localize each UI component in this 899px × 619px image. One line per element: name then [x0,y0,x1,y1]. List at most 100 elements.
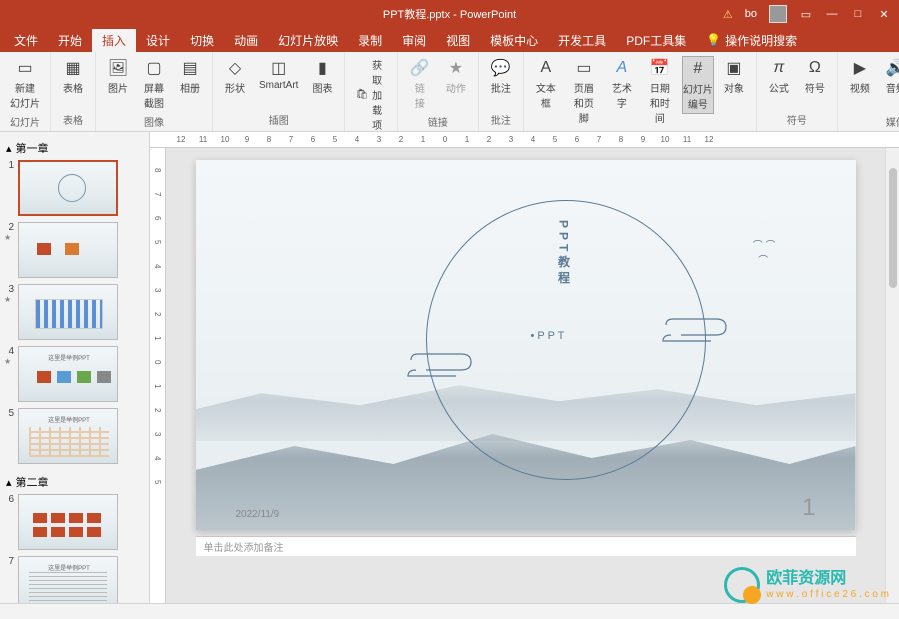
thumb-num-7: 7 [4,556,14,567]
object-button[interactable]: ▣对象 [718,56,750,97]
store-icon: 🛍 [355,89,368,100]
tab-record[interactable]: 录制 [348,29,392,52]
picture-button[interactable]: 🖼图片 [102,56,134,97]
datetime-button[interactable]: 📅日期和时间 [642,56,678,127]
new-slide-icon: ▭ [15,58,35,78]
minimize-icon[interactable]: — [825,7,839,21]
animation-icon: ★ [4,357,14,366]
cloud-shape-2 [406,350,476,380]
ribbon: ▭ 新建 幻灯片 幻灯片 ▦ 表格 表格 🖼图片 ▢屏幕截图 ▤相册 图像 ◇形… [0,52,899,132]
ruler-vertical[interactable]: 87654321012345 [150,148,166,603]
thumb-num-2: 2 [4,222,14,233]
action-button[interactable]: ★动作 [440,56,472,97]
datetime-icon: 📅 [650,58,670,78]
screenshot-icon: ▢ [144,58,164,78]
tab-pdftools[interactable]: PDF工具集 [616,29,696,52]
tab-templates[interactable]: 模板中心 [480,29,548,52]
tab-file[interactable]: 文件 [4,29,48,52]
equation-button[interactable]: π公式 [763,56,795,97]
get-addins-button[interactable]: 🛍获取加载项 [351,56,390,133]
comment-button[interactable]: 💬批注 [485,56,517,97]
thumb-slide-4[interactable]: 这里是举例PPT [18,346,118,402]
link-button[interactable]: 🔗链 接 [404,56,436,112]
notes-placeholder: 单击此处添加备注 [204,543,284,554]
table-icon: ▦ [63,58,83,78]
window-title: PPT教程.pptx - PowerPoint [383,6,516,22]
vertical-scrollbar[interactable] [885,148,899,603]
album-button[interactable]: ▤相册 [174,56,206,97]
tab-design[interactable]: 设计 [136,29,180,52]
section-1-header[interactable]: ▴ 第一章 [4,136,145,160]
watermark: 欧菲资源网 w w w . o f f i c e 2 6 . c o m [724,567,889,603]
header-footer-button[interactable]: ▭页眉和页脚 [566,56,602,127]
notes-pane[interactable]: 单击此处添加备注 [196,536,856,556]
thumb-slide-6[interactable] [18,494,118,550]
group-symbols-label: 符号 [787,112,807,127]
group-table-label: 表格 [63,112,83,127]
animation-icon: ★ [4,295,14,304]
tab-insert[interactable]: 插入 [92,29,136,52]
tab-view[interactable]: 视图 [436,29,480,52]
collapse-icon: ▴ [6,476,12,489]
thumb-num-6: 6 [4,494,14,505]
audio-button[interactable]: 🔊音频 [880,56,899,97]
symbol-icon: Ω [805,58,825,78]
tab-slideshow[interactable]: 幻灯片放映 [268,29,348,52]
link-icon: 🔗 [410,58,430,78]
album-icon: ▤ [180,58,200,78]
smartart-button[interactable]: ◫SmartArt [255,56,302,93]
group-comments-label: 批注 [491,112,511,127]
editor-area: 1211109876543210123456789101112 87654321… [150,132,899,603]
audio-icon: 🔊 [886,58,899,78]
new-slide-button[interactable]: ▭ 新建 幻灯片 [6,56,44,112]
thumb-slide-3[interactable] [18,284,118,340]
menubar: 文件 开始 插入 设计 切换 动画 幻灯片放映 录制 审阅 视图 模板中心 开发… [0,28,899,52]
avatar[interactable] [769,5,787,23]
watermark-logo-icon [724,567,760,603]
section-2-header[interactable]: ▴ 第二章 [4,470,145,494]
birds-decoration: ︵ ︵ ︵ [753,230,776,260]
ruler-horizontal[interactable]: 1211109876543210123456789101112 [150,132,899,148]
maximize-icon[interactable]: □ [851,7,865,21]
screenshot-button[interactable]: ▢屏幕截图 [138,56,170,112]
titlebar: PPT教程.pptx - PowerPoint ⚠ bo ▭ — □ ✕ [0,0,899,28]
thumb-slide-7[interactable]: 这里是举例PPT [18,556,118,603]
thumb-num-4: 4 [4,346,14,357]
header-footer-icon: ▭ [574,58,594,78]
shapes-button[interactable]: ◇形状 [219,56,251,97]
thumb-num-5: 5 [4,408,14,419]
textbox-button[interactable]: A文本框 [530,56,562,112]
tab-developer[interactable]: 开发工具 [548,29,616,52]
textbox-icon: A [536,58,556,78]
tell-me-search[interactable]: 💡 操作说明搜索 [706,32,797,49]
collapse-icon: ▴ [6,142,12,155]
tab-review[interactable]: 审阅 [392,29,436,52]
table-button[interactable]: ▦ 表格 [57,56,89,97]
video-button[interactable]: ▶视频 [844,56,876,97]
watermark-url: w w w . o f f i c e 2 6 . c o m [766,589,889,601]
warning-icon[interactable]: ⚠ [723,8,733,21]
symbol-button[interactable]: Ω符号 [799,56,831,97]
slide-date: 2022/11/9 [236,509,280,520]
user-name[interactable]: bo [745,8,757,20]
slide-title-vertical: PPT教程 [556,220,573,287]
close-icon[interactable]: ✕ [877,7,891,21]
group-media-label: 媒体 [886,114,899,129]
tab-transitions[interactable]: 切换 [180,29,224,52]
thumb-slide-5[interactable]: 这里是举例PPT [18,408,118,464]
animation-icon: ★ [4,233,14,242]
slide-number-button[interactable]: #幻灯片 编号 [682,56,714,114]
thumb-slide-2[interactable] [18,222,118,278]
ribbon-options-icon[interactable]: ▭ [799,7,813,21]
wordart-button[interactable]: A艺术字 [606,56,638,112]
chart-icon: ▮ [312,58,332,78]
chart-button[interactable]: ▮图表 [306,56,338,97]
tab-animations[interactable]: 动画 [224,29,268,52]
thumb-slide-1[interactable] [18,160,118,216]
statusbar [0,603,899,619]
slide-canvas[interactable]: PPT教程 P P T ︵ ︵ ︵ 2022/11/9 1 [196,160,856,530]
lightbulb-icon: 💡 [706,33,721,47]
thumbnail-panel[interactable]: ▴ 第一章 1 2★ 3★ 4★ 这里是举例PPT 5 这里是举例PPT ▴ 第… [0,132,150,603]
slide-page-number: 1 [802,494,815,522]
tab-home[interactable]: 开始 [48,29,92,52]
